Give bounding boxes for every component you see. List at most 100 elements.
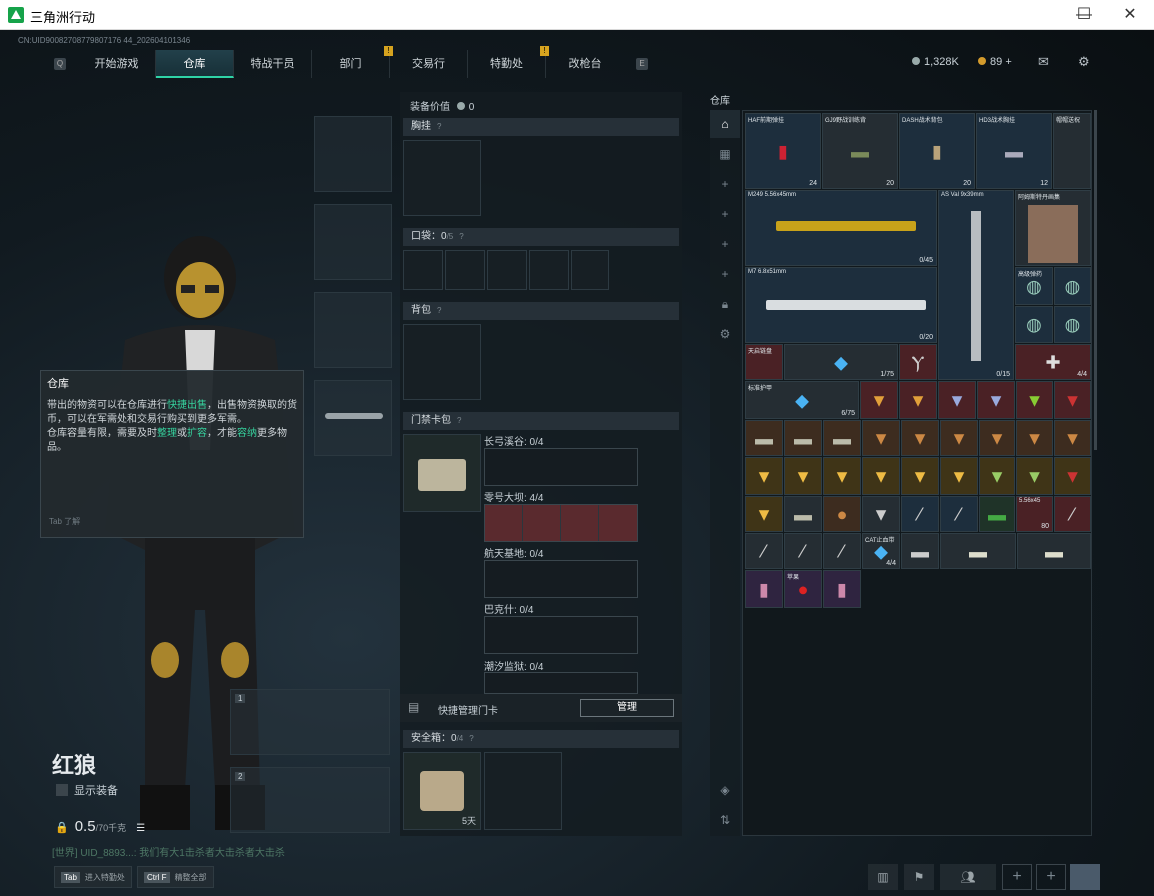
- tab-start-game[interactable]: 开始游戏: [78, 50, 156, 78]
- flag-icon[interactable]: ⚑: [904, 864, 934, 890]
- warehouse-item[interactable]: ▬: [784, 420, 822, 456]
- settings-gear-icon[interactable]: ⚙: [1078, 54, 1090, 70]
- warehouse-item[interactable]: ⁄: [745, 533, 783, 569]
- warehouse-item[interactable]: ▼: [940, 420, 978, 456]
- warehouse-item[interactable]: 5.56x45 80: [1016, 496, 1053, 532]
- warehouse-item[interactable]: ◍: [1054, 267, 1091, 305]
- warehouse-item[interactable]: HAF前期弹挂 ▮ 24: [745, 113, 821, 189]
- manage-keycards-button[interactable]: 管理: [580, 699, 674, 717]
- melee-slot[interactable]: [314, 380, 392, 456]
- chest-rig-slot[interactable]: [403, 140, 481, 216]
- warehouse-item[interactable]: ▼: [899, 381, 937, 419]
- warehouse-item[interactable]: DASH战术背包 ▮ 20: [899, 113, 975, 189]
- show-equipment-toggle[interactable]: 显示装备: [56, 782, 118, 798]
- warehouse-item[interactable]: ▬: [940, 533, 1016, 569]
- gear-icon[interactable]: ⚙: [710, 320, 740, 348]
- warehouse-item[interactable]: ▬: [784, 496, 822, 532]
- warehouse-item[interactable]: ▼: [1054, 457, 1091, 495]
- keycard-row-zero-dam[interactable]: [484, 504, 638, 542]
- warehouse-item[interactable]: ▼: [901, 420, 939, 456]
- close-button[interactable]: ✕: [1107, 0, 1153, 30]
- warehouse-item[interactable]: ⁄: [940, 496, 978, 532]
- warehouse-item[interactable]: ▼: [862, 496, 900, 532]
- maximize-button[interactable]: ☐: [1061, 0, 1107, 30]
- minimize-button-alt[interactable]: [1015, 0, 1061, 30]
- keycard-item[interactable]: [523, 505, 561, 541]
- warehouse-item[interactable]: ⁄: [1054, 496, 1091, 532]
- warehouse-item[interactable]: M249 5.56x45mm 0/45: [745, 190, 937, 266]
- helmet-slot[interactable]: [314, 116, 392, 192]
- warehouse-item[interactable]: Ⲩ: [899, 344, 937, 380]
- world-chat-line[interactable]: [世界] UID_8893...: 我们有大1击杀者大击杀者大击杀: [52, 844, 285, 859]
- lock-icon[interactable]: 🔒︎: [710, 290, 740, 318]
- warehouse-item[interactable]: HD3战术胸挂 ▬ 12: [976, 113, 1052, 189]
- help-icon[interactable]: ?: [437, 306, 441, 315]
- warehouse-item[interactable]: ▮: [745, 570, 783, 608]
- warehouse-item[interactable]: 标准护甲 ◆ 6/75: [745, 381, 859, 419]
- warehouse-item[interactable]: ▼: [862, 420, 900, 456]
- warehouse-item[interactable]: ▼: [745, 496, 783, 532]
- warehouse-item[interactable]: ⁄: [784, 533, 822, 569]
- warehouse-tab-icon[interactable]: ▦: [710, 140, 740, 168]
- keycard-item[interactable]: [485, 505, 523, 541]
- help-icon[interactable]: ?: [457, 416, 461, 425]
- checkbox[interactable]: [56, 784, 68, 796]
- warehouse-item[interactable]: ▼: [784, 457, 822, 495]
- warehouse-item[interactable]: ▼: [1054, 381, 1091, 419]
- warehouse-item[interactable]: ▼: [979, 457, 1015, 495]
- safebox-slot[interactable]: 5天: [403, 752, 481, 830]
- tab-gunsmith[interactable]: 改枪台: [546, 50, 624, 78]
- backpack-slot[interactable]: [403, 324, 481, 400]
- squad-add-slot[interactable]: +: [1002, 864, 1032, 890]
- pocket-slot[interactable]: [445, 250, 485, 290]
- warehouse-item[interactable]: M7 6.8x51mm 0/20: [745, 267, 937, 343]
- add-tab-icon[interactable]: +: [710, 260, 740, 288]
- diamond-balance[interactable]: 89 +: [978, 56, 1012, 68]
- keycard-row-space-base[interactable]: [484, 560, 638, 598]
- pocket-slot[interactable]: [529, 250, 569, 290]
- warehouse-item[interactable]: ◍: [1015, 306, 1053, 343]
- warehouse-item[interactable]: GJ9野战训练背 ▬ 20: [822, 113, 898, 189]
- keycard-row-longbow[interactable]: [484, 448, 638, 486]
- warehouse-scrollbar[interactable]: [1094, 110, 1097, 450]
- list-icon[interactable]: ☰: [136, 823, 145, 834]
- warehouse-item[interactable]: ▮: [823, 570, 861, 608]
- avatar[interactable]: [1070, 864, 1100, 890]
- warehouse-item[interactable]: 苹果 ●: [784, 570, 822, 608]
- warehouse-item[interactable]: ◆ 1/75: [784, 344, 898, 380]
- warehouse-item[interactable]: ▼: [862, 457, 900, 495]
- warehouse-item[interactable]: 高级弹药 ◍: [1015, 267, 1053, 305]
- warehouse-item[interactable]: ▬: [1017, 533, 1091, 569]
- keycard-item[interactable]: [599, 505, 637, 541]
- primary-weapon-slot-1[interactable]: 1: [230, 689, 390, 755]
- keycard-row-tide-prison[interactable]: [484, 672, 638, 694]
- keycard-row-brakkesh[interactable]: [484, 616, 638, 654]
- warehouse-item[interactable]: 阿姆斯特丹画集: [1015, 190, 1091, 266]
- sort-icon[interactable]: ⇅: [710, 806, 740, 834]
- warehouse-item[interactable]: ●: [823, 496, 861, 532]
- topup-plus[interactable]: +: [1005, 56, 1011, 68]
- warehouse-item[interactable]: ▬: [823, 420, 861, 456]
- warehouse-item[interactable]: ▬: [979, 496, 1015, 532]
- primary-weapon-slot-2[interactable]: 2: [230, 767, 390, 833]
- warehouse-item[interactable]: ▬: [745, 420, 783, 456]
- help-icon[interactable]: ?: [469, 734, 473, 743]
- tab-warehouse[interactable]: 仓库: [156, 50, 234, 78]
- warehouse-item[interactable]: ▼: [979, 420, 1015, 456]
- tab-operators[interactable]: 特战干员: [234, 50, 312, 78]
- warehouse-item[interactable]: ▼: [1016, 457, 1053, 495]
- pocket-slot[interactable]: [487, 250, 527, 290]
- warehouse-item[interactable]: 帽帽送祝: [1053, 113, 1091, 189]
- armor-slot[interactable]: [314, 204, 392, 280]
- mail-icon[interactable]: ✉: [1038, 54, 1049, 70]
- add-tab-icon[interactable]: +: [710, 170, 740, 198]
- tab-special-ops[interactable]: 特勤处!: [468, 46, 549, 78]
- warehouse-item[interactable]: ▼: [1054, 420, 1091, 456]
- sidearm-slot[interactable]: [314, 292, 392, 368]
- warehouse-item[interactable]: ⁄: [823, 533, 861, 569]
- warehouse-item[interactable]: ⁄: [901, 496, 939, 532]
- hotkey-special-ops[interactable]: Tab 进入特勤处: [54, 866, 132, 888]
- keycard-item[interactable]: [561, 505, 599, 541]
- warehouse-item[interactable]: ◍: [1054, 306, 1091, 343]
- tab-market[interactable]: 交易行: [390, 50, 468, 78]
